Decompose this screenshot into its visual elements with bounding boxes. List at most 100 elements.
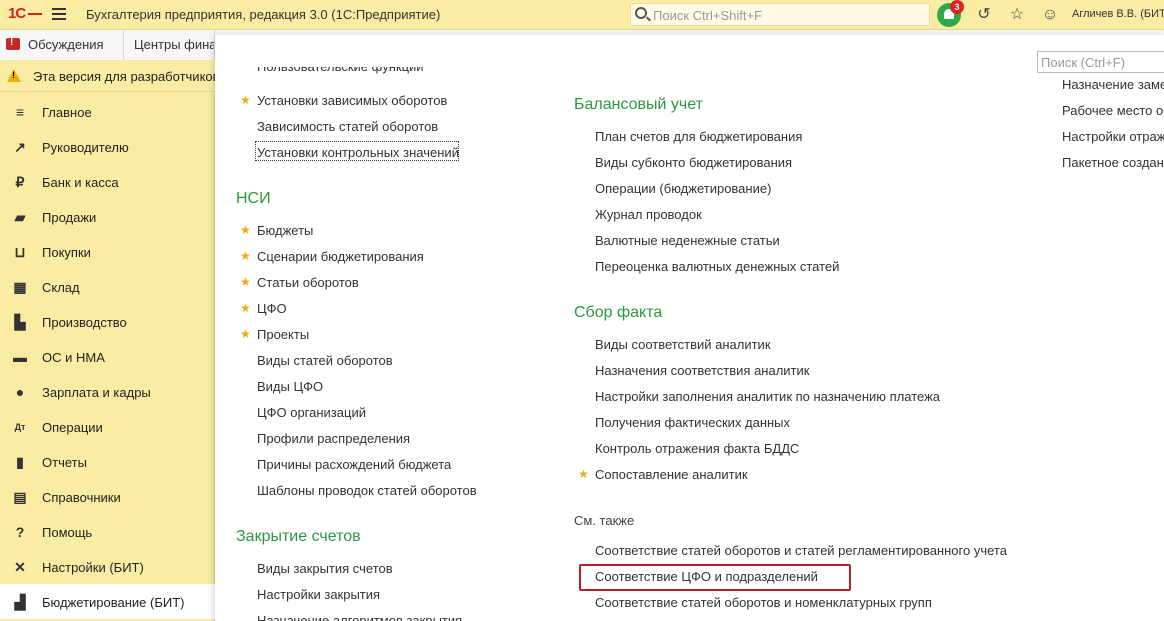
menu-link[interactable]: Рабочее место о [1062, 103, 1163, 118]
favorite-star-icon[interactable]: ★ [240, 223, 251, 237]
sections-sidebar: ≡ Главное ↗ Руководителю ₽ Банк и касса ▰ Пр… [0, 92, 215, 621]
menu-link[interactable]: Виды ЦФО [257, 379, 323, 394]
warning-text: Эта версия для разработчиков [33, 69, 220, 84]
sidebar-item-assets[interactable]: ▬ ОС и НМА [0, 339, 215, 374]
sidebar-item-label: Банк и касса [42, 175, 119, 190]
menu-link[interactable]: Сопоставление аналитик [595, 467, 748, 482]
menu-link[interactable]: Настройки отраж [1062, 129, 1164, 144]
see-also-label: См. также [574, 513, 635, 528]
sidebar-item-manager[interactable]: ↗ Руководителю [0, 129, 215, 164]
developer-version-warning[interactable]: Эта версия для разработчиков [0, 60, 220, 92]
menu-link[interactable]: Статьи оборотов [257, 275, 359, 290]
sidebar-item-warehouse[interactable]: ▦ Склад [0, 269, 215, 304]
sidebar-item-settings-bit[interactable]: ✕ Настройки (БИТ) [0, 549, 215, 584]
sidebar-item-bank[interactable]: ₽ Банк и касса [0, 164, 215, 199]
sidebar-item-label: Зарплата и кадры [42, 385, 151, 400]
tab-label: Обсуждения [28, 37, 104, 52]
menu-link[interactable]: Зависимость статей оборотов [257, 119, 438, 134]
sidebar-item-references[interactable]: ▤ Справочники [0, 479, 215, 514]
section-title-nsi: НСИ [236, 190, 271, 207]
favorite-star-icon[interactable]: ★ [578, 467, 589, 481]
app-title: Бухгалтерия предприятия, редакция 3.0 (1… [86, 7, 441, 22]
sidebar-item-help[interactable]: ? Помощь [0, 514, 215, 549]
menu-link[interactable]: Пользовательские функции [257, 67, 424, 77]
menu-link[interactable]: Настройки заполнения аналитик по назначе… [595, 389, 940, 404]
menu-link[interactable]: Шаблоны проводок статей оборотов [257, 483, 477, 498]
favorites-star-icon[interactable]: ☆ [1007, 5, 1027, 25]
search-icon [635, 7, 647, 19]
history-icon[interactable]: ↺ [974, 5, 994, 25]
budgeting-functions-panel: Пользовательские функции ★ Установки зав… [215, 35, 1164, 621]
menu-link[interactable]: Пакетное создан [1062, 155, 1164, 170]
bag-icon: ▰ [14, 209, 26, 225]
menu-link[interactable]: Виды субконто бюджетирования [595, 155, 792, 170]
favorite-star-icon[interactable]: ★ [240, 301, 251, 315]
menu-link[interactable]: Профили распределения [257, 431, 410, 446]
user-icon[interactable]: ☺ [1040, 5, 1060, 25]
menu-link[interactable]: Причины расхождений бюджета [257, 457, 451, 472]
sidebar-item-budgeting-bit[interactable]: ▟ Бюджетирование (БИТ) [0, 584, 215, 619]
favorite-star-icon[interactable]: ★ [240, 327, 251, 341]
user-name[interactable]: Агличев В.В. (БИТ [1072, 8, 1164, 20]
menu-link[interactable]: Назначение алгоритмов закрытия [257, 613, 462, 621]
sidebar-item-label: Справочники [42, 490, 121, 505]
logo-text: 1С [8, 5, 26, 22]
list-icon: ≡ [15, 104, 25, 120]
panel-search-input[interactable]: Поиск (Ctrl+F) [1037, 51, 1164, 73]
menu-link[interactable]: Виды статей оборотов [257, 353, 393, 368]
sidebar-item-production[interactable]: ▙ Производство [0, 304, 215, 339]
discussions-icon [6, 36, 20, 50]
menu-link[interactable]: ЦФО организаций [257, 405, 366, 420]
menu-link[interactable]: Виды соответствий аналитик [595, 337, 771, 352]
bar-chart-icon: ▮ [16, 454, 24, 470]
menu-link[interactable]: ЦФО [257, 301, 287, 316]
tab-finance-centers[interactable]: Центры фина [124, 30, 215, 60]
favorite-star-icon[interactable]: ★ [240, 249, 251, 263]
menu-link[interactable]: Настройки закрытия [257, 587, 380, 602]
menu-link-highlighted[interactable]: Соответствие ЦФО и подразделений [595, 569, 818, 584]
sidebar-item-label: Покупки [42, 245, 91, 260]
menu-link[interactable]: Получения фактических данных [595, 415, 790, 430]
menu-link[interactable]: Назначение заме [1062, 77, 1164, 92]
logo-1c[interactable]: 1С [8, 5, 43, 22]
menu-link[interactable]: Операции (бюджетирование) [595, 181, 771, 196]
menu-link[interactable]: Бюджеты [257, 223, 313, 238]
sidebar-item-operations[interactable]: Дт Операции [0, 409, 215, 444]
ruble-icon: ₽ [15, 174, 25, 190]
top-bar: 1С Бухгалтерия предприятия, редакция 3.0… [0, 0, 1164, 30]
sidebar-item-reports[interactable]: ▮ Отчеты [0, 444, 215, 479]
notifications-badge: 3 [950, 0, 964, 14]
sidebar-item-main[interactable]: ≡ Главное [0, 94, 215, 129]
menu-link[interactable]: Переоценка валютных денежных статей [595, 259, 839, 274]
sidebar-item-label: ОС и НМА [42, 350, 105, 365]
menu-link[interactable]: Соответствие статей оборотов и номенклат… [595, 595, 932, 610]
global-search-input[interactable]: Поиск Ctrl+Shift+F [630, 3, 930, 26]
sidebar-item-label: Производство [42, 315, 127, 330]
sidebar-item-label: Склад [42, 280, 80, 295]
menu-link[interactable]: Проекты [257, 327, 309, 342]
menu-link[interactable]: Виды закрытия счетов [257, 561, 393, 576]
menu-link[interactable]: Сценарии бюджетирования [257, 249, 424, 264]
menu-link[interactable]: Журнал проводок [595, 207, 702, 222]
sidebar-item-purchases[interactable]: ⊔ Покупки [0, 234, 215, 269]
tab-discussions[interactable]: Обсуждения [0, 30, 124, 60]
person-icon: ● [15, 384, 25, 400]
favorite-star-icon[interactable]: ★ [240, 93, 251, 107]
menu-link[interactable]: Назначения соответствия аналитик [595, 363, 809, 378]
section-title-balance: Балансовый учет [574, 96, 703, 113]
menu-link[interactable]: План счетов для бюджетирования [595, 129, 802, 144]
budget-chart-icon: ▟ [14, 594, 26, 610]
menu-link[interactable]: Валютные неденежные статьи [595, 233, 780, 248]
sidebar-item-label: Главное [42, 105, 92, 120]
sidebar-item-sales[interactable]: ▰ Продажи [0, 199, 215, 234]
menu-link[interactable]: Соответствие статей оборотов и статей ре… [595, 543, 1007, 558]
debit-credit-icon: Дт [14, 422, 26, 432]
trend-icon: ↗ [14, 139, 26, 155]
main-menu-icon[interactable] [52, 8, 66, 20]
question-icon: ? [15, 524, 25, 540]
menu-link[interactable]: Установки контрольных значений [257, 145, 459, 160]
menu-link[interactable]: Контроль отражения факта БДДС [595, 441, 799, 456]
favorite-star-icon[interactable]: ★ [240, 275, 251, 289]
menu-link[interactable]: Установки зависимых оборотов [257, 93, 447, 108]
sidebar-item-salary[interactable]: ● Зарплата и кадры [0, 374, 215, 409]
